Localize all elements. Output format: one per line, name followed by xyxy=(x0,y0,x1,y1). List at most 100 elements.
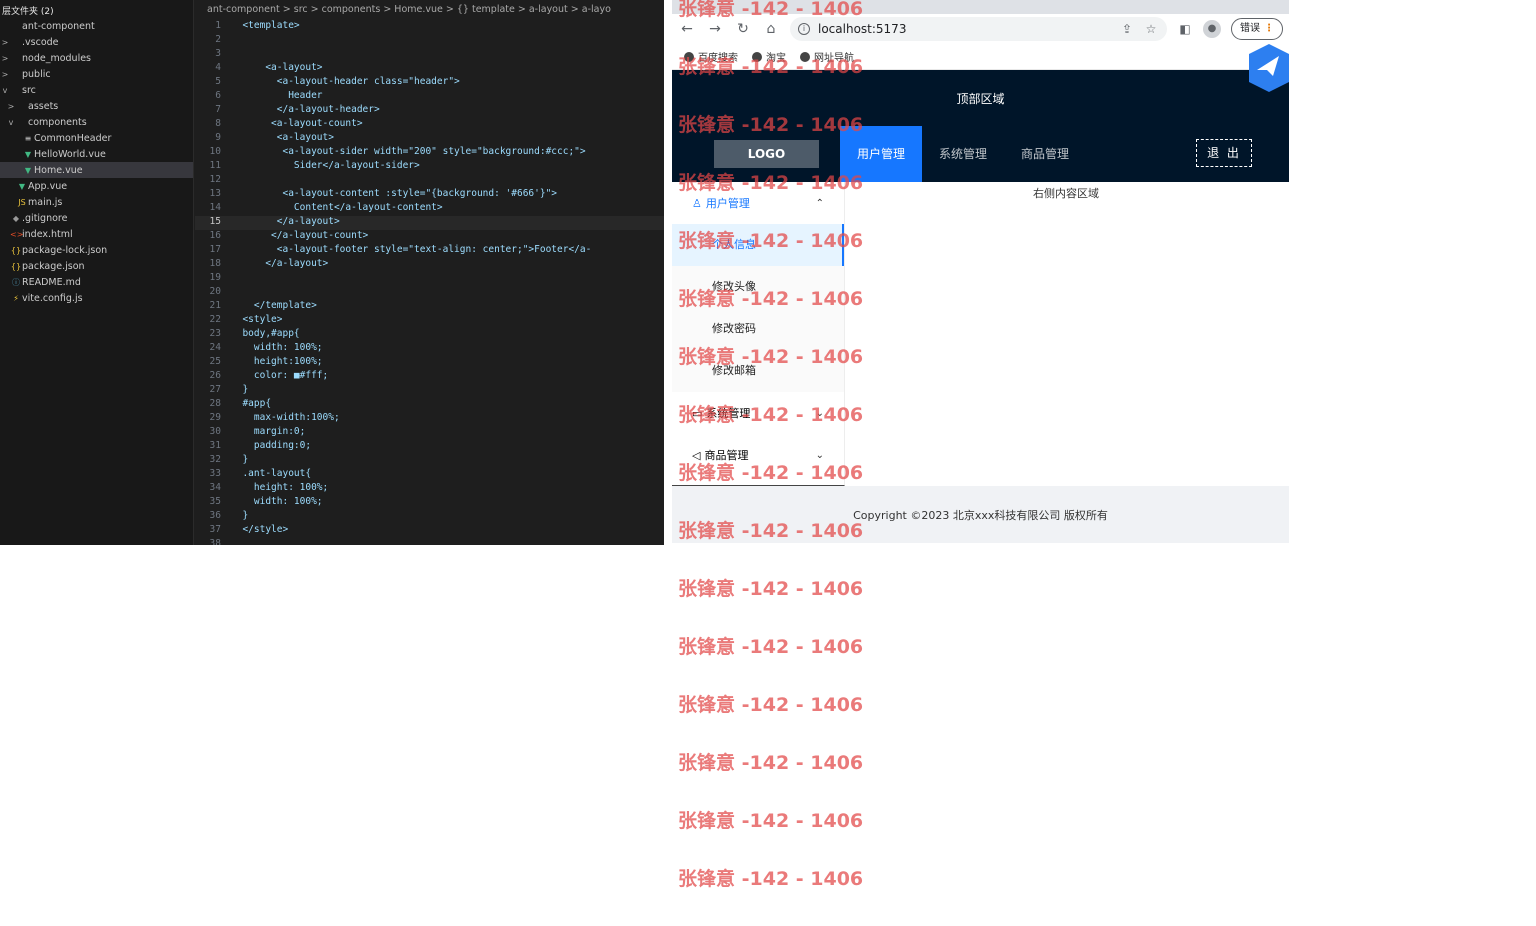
file-tree-item[interactable]: ▼ HelloWorld.vue xyxy=(0,146,193,162)
file-tree-item[interactable]: {} package-lock.json xyxy=(0,242,193,258)
code-lines[interactable]: 1 <template> 2 3 4 <a-layout> 5 <a-layout-he… xyxy=(195,20,664,545)
code-line[interactable]: 19 xyxy=(195,272,664,286)
code-line[interactable]: 36 } xyxy=(195,510,664,524)
code-line[interactable]: 10 <a-layout-sider width="200" style="ba… xyxy=(195,146,664,160)
share-icon[interactable]: ⇪ xyxy=(1119,22,1135,36)
file-tree-item[interactable]: <> index.html xyxy=(0,226,193,242)
file-tree-item[interactable]: ant-component xyxy=(0,18,193,34)
chevron-up-icon: ⌃ xyxy=(815,197,824,209)
site-info-icon[interactable]: i xyxy=(798,23,810,35)
file-tree-item[interactable]: > assets xyxy=(0,98,193,114)
code-line[interactable]: 1 <template> xyxy=(195,20,664,34)
line-number: 30 xyxy=(209,426,221,437)
file-tree-item[interactable]: v components xyxy=(0,114,193,130)
bookmark-item[interactable]: 网址导航 xyxy=(800,49,854,64)
code-line[interactable]: 23 body,#app{ xyxy=(195,328,664,342)
file-tree-item[interactable]: ⓘ README.md xyxy=(0,274,193,290)
submenu-user-management[interactable]: ♙ 用户管理 ⌃ xyxy=(672,182,844,224)
code-line[interactable]: 38 xyxy=(195,538,664,545)
profile-icon[interactable]: ● xyxy=(1203,20,1221,38)
submenu-goods-management[interactable]: ◁ 商品管理 ⌄ xyxy=(672,434,844,476)
bookmark-icon xyxy=(752,51,762,62)
code-line[interactable]: 29 max-width:100%; xyxy=(195,412,664,426)
code-text: </style> xyxy=(231,524,289,535)
code-line[interactable]: 9 <a-layout> xyxy=(195,132,664,146)
home-icon[interactable]: ⌂ xyxy=(762,20,780,38)
sidepanel-icon[interactable]: ◧ xyxy=(1177,22,1193,36)
star-icon[interactable]: ☆ xyxy=(1143,22,1159,36)
code-line[interactable]: 20 xyxy=(195,286,664,300)
file-tree-item[interactable]: ▼ App.vue xyxy=(0,178,193,194)
file-tree-item[interactable]: ≡ CommonHeader xyxy=(0,130,193,146)
url-text[interactable]: localhost:5173 xyxy=(818,22,906,36)
code-line[interactable]: 35 width: 100%; xyxy=(195,496,664,510)
line-number: 38 xyxy=(209,538,221,545)
code-line[interactable]: 28 #app{ xyxy=(195,398,664,412)
reload-icon[interactable]: ↻ xyxy=(734,20,752,38)
app-body: ♙ 用户管理 ⌃ 个人信息 修改头像 修改密码 修改邮箱 ▭ 系统管理 ⌄ ◁ xyxy=(672,182,1289,486)
submenu-system-management[interactable]: ▭ 系统管理 ⌄ xyxy=(672,392,844,434)
code-line[interactable]: 4 <a-layout> xyxy=(195,62,664,76)
file-tree-item[interactable]: v src xyxy=(0,82,193,98)
code-line[interactable]: 6 Header xyxy=(195,90,664,104)
code-line[interactable]: 32 } xyxy=(195,454,664,468)
code-line[interactable]: 15 </a-layout> xyxy=(195,216,664,230)
watermark-text: 张锋意 -142 - 1406 xyxy=(678,810,864,832)
menu-item-avatar[interactable]: 修改头像 xyxy=(672,266,844,308)
code-line[interactable]: 26 color: ■#fff; xyxy=(195,370,664,384)
omnibox[interactable]: i localhost:5173 ⇪ ☆ xyxy=(790,17,1167,41)
watermark-text: 张锋意 -142 - 1406 xyxy=(678,752,864,774)
error-button[interactable]: 错误 ⋮ xyxy=(1231,18,1283,40)
code-line[interactable]: 2 xyxy=(195,34,664,48)
file-tree-item[interactable]: ⚡ vite.config.js xyxy=(0,290,193,306)
tab-strip[interactable] xyxy=(672,0,1289,14)
code-text: </a-layout> xyxy=(231,216,340,227)
logout-button[interactable]: 退 出 xyxy=(1196,139,1252,167)
bookmark-item[interactable]: 百度搜索 xyxy=(684,49,738,64)
forward-icon[interactable]: → xyxy=(706,20,724,38)
file-tree-item[interactable]: > public xyxy=(0,66,193,82)
code-line[interactable]: 8 <a-layout-count> xyxy=(195,118,664,132)
code-line[interactable]: 21 </template> xyxy=(195,300,664,314)
top-menu-item-goods[interactable]: 商品管理 xyxy=(1004,126,1086,182)
code-line[interactable]: 18 </a-layout> xyxy=(195,258,664,272)
file-tree-item[interactable]: > .vscode xyxy=(0,34,193,50)
code-line[interactable]: 3 xyxy=(195,48,664,62)
code-line[interactable]: 24 width: 100%; xyxy=(195,342,664,356)
code-line[interactable]: 34 height: 100%; xyxy=(195,482,664,496)
code-line[interactable]: 14 Content</a-layout-content> xyxy=(195,202,664,216)
side-menu: ♙ 用户管理 ⌃ 个人信息 修改头像 修改密码 修改邮箱 ▭ 系统管理 ⌄ ◁ xyxy=(672,182,845,486)
user-icon: ♙ xyxy=(692,196,702,210)
code-line[interactable]: 12 xyxy=(195,174,664,188)
file-name: App.vue xyxy=(28,180,68,192)
code-line[interactable]: 11 Sider</a-layout-sider> xyxy=(195,160,664,174)
menu-item-password[interactable]: 修改密码 xyxy=(672,308,844,350)
code-line[interactable]: 30 margin:0; xyxy=(195,426,664,440)
file-tree-item[interactable]: {} package.json xyxy=(0,258,193,274)
code-line[interactable]: 33 .ant-layout{ xyxy=(195,468,664,482)
top-menu-item-system[interactable]: 系统管理 xyxy=(922,126,1004,182)
chevron-down-icon: ⌄ xyxy=(815,449,824,461)
bookmark-item[interactable]: 淘宝 xyxy=(752,49,786,64)
code-line[interactable]: 7 </a-layout-header> xyxy=(195,104,664,118)
file-tree-item[interactable]: JS main.js xyxy=(0,194,193,210)
code-line[interactable]: 17 <a-layout-footer style="text-align: c… xyxy=(195,244,664,258)
code-line[interactable]: 5 <a-layout-header class="header"> xyxy=(195,76,664,90)
code-line[interactable]: 31 padding:0; xyxy=(195,440,664,454)
extension-bird-icon[interactable] xyxy=(1249,44,1289,92)
line-number: 16 xyxy=(209,230,221,241)
back-icon[interactable]: ← xyxy=(678,20,696,38)
editor-breadcrumb[interactable]: ant-component > src > components > Home.… xyxy=(195,0,664,20)
menu-item-profile[interactable]: 个人信息 xyxy=(672,224,844,266)
code-line[interactable]: 27 } xyxy=(195,384,664,398)
menu-item-email[interactable]: 修改邮箱 xyxy=(672,350,844,392)
code-line[interactable]: 16 </a-layout-count> xyxy=(195,230,664,244)
code-line[interactable]: 25 height:100%; xyxy=(195,356,664,370)
top-menu-item-user[interactable]: 用户管理 xyxy=(840,126,923,182)
file-tree-item[interactable]: ▼ Home.vue xyxy=(0,162,193,178)
file-tree-item[interactable]: > node_modules xyxy=(0,50,193,66)
code-line[interactable]: 37 </style> xyxy=(195,524,664,538)
file-tree-item[interactable]: ◆ .gitignore xyxy=(0,210,193,226)
code-line[interactable]: 22 <style> xyxy=(195,314,664,328)
code-line[interactable]: 13 <a-layout-content :style="{background… xyxy=(195,188,664,202)
